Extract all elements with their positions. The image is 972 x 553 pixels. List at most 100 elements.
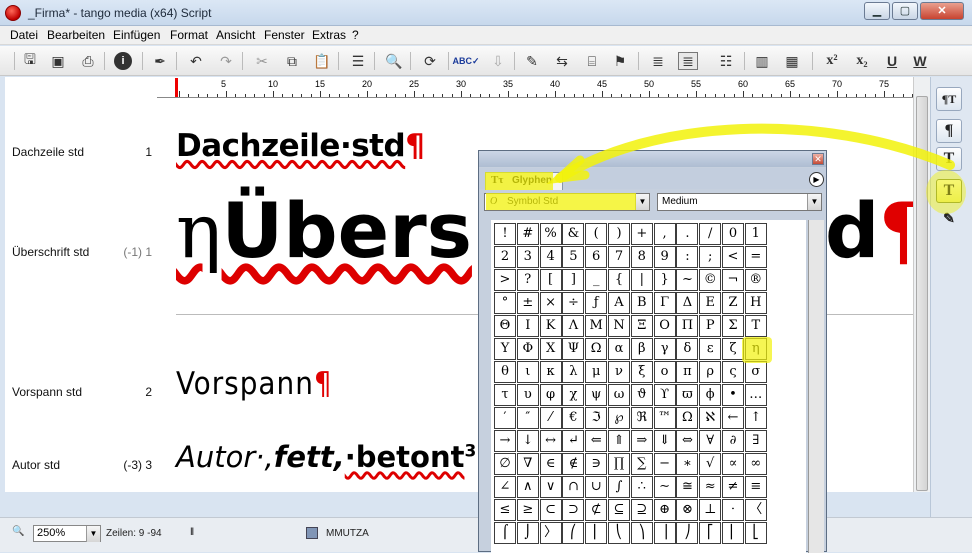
glyph-cell[interactable]: ∪ [585,476,608,498]
glyph-cell[interactable]: ∨ [539,476,562,498]
glyph-cell[interactable]: η [744,338,767,360]
archive-icon[interactable]: ⌸ [582,52,602,70]
glyph-cell[interactable]: 6 [585,246,608,268]
glyph-cell[interactable]: ϑ [630,384,653,406]
flag-icon[interactable]: ⚑ [610,52,630,70]
glyph-cell[interactable]: Δ [676,292,699,314]
glyph-cell[interactable]: ) [608,223,630,245]
glyph-cell[interactable]: ≠ [722,476,744,498]
glyph-cell[interactable]: Ο [653,315,676,337]
glyph-cell[interactable]: ≡ [744,476,767,498]
glyph-cell[interactable]: − [653,453,676,475]
ruler[interactable]: 5 10 15 20 25 30 35 40 45 50 55 60 65 70 75 [157,77,913,98]
glyph-cell[interactable]: ⊗ [676,499,699,521]
glyph-cell[interactable]: ∴ [630,476,653,498]
glyph-cell[interactable]: ∈ [539,453,562,475]
glyph-cell[interactable]: 5 [562,246,585,268]
spellcheck-icon[interactable]: ABC✓ [452,52,479,70]
glyph-cell[interactable]: ⇓ [653,430,676,452]
glyph-cell[interactable]: ↑ [744,407,767,429]
glyph-cell[interactable]: ⎣ [744,522,767,544]
glyph-cell[interactable]: θ [494,361,516,383]
glyph-cell[interactable]: ο [653,361,676,383]
glyph-cell[interactable]: π [676,361,699,383]
glyph-cell[interactable]: } [653,269,676,291]
glyph-cell[interactable]: © [699,269,722,291]
glyph-cell[interactable]: Θ [494,315,516,337]
glyph-cell[interactable]: ⊄ [585,499,608,521]
save-icon[interactable]: 🖫 [20,51,40,70]
glyph-cell[interactable]: ← [722,407,744,429]
glyph-cell[interactable]: τ [494,384,516,406]
glyph-cell[interactable]: ⋅ [722,499,744,521]
glyph-cell[interactable]: ° [494,292,516,314]
pipette-icon[interactable]: ✒ [150,52,170,70]
redo-icon[interactable]: ↷ [216,52,236,70]
glyph-cell[interactable]: ∅ [494,453,516,475]
glyph-cell[interactable]: ∑ [630,453,653,475]
glyph-cell[interactable]: ↓ [516,430,539,452]
style-name[interactable]: Autor std [12,458,60,472]
glyph-cell[interactable]: [ [539,269,562,291]
undo-icon[interactable]: ↶ [186,52,206,70]
glyph-cell[interactable]: # [516,223,539,245]
glyph-cell[interactable]: ρ [699,361,722,383]
stack-icon[interactable]: ☰ [348,52,368,70]
glyph-cell[interactable]: ζ [722,338,744,360]
subscript-button[interactable]: x₂ [852,52,872,70]
glyph-cell[interactable]: ⎠ [676,522,699,544]
glyph-cell[interactable]: Ε [699,292,722,314]
glyph-cell[interactable]: κ [539,361,562,383]
glyph-cell[interactable]: Γ [653,292,676,314]
glyph-cell[interactable]: ∏ [608,453,630,475]
menu-item[interactable]: Format [170,28,208,42]
edit-note-icon[interactable]: ✎ [936,209,962,233]
menu-item[interactable]: Extras [312,28,346,42]
glyph-cell[interactable]: ⊂ [539,499,562,521]
glyph-cell[interactable]: ∧ [516,476,539,498]
glyph-cell[interactable]: Ν [608,315,630,337]
glyph-cell[interactable]: Υ [494,338,516,360]
cut-icon[interactable]: ✂ [252,52,272,70]
close-icon[interactable]: ✕ [812,153,824,165]
close-button[interactable]: ✕ [920,2,964,20]
glyph-cell[interactable]: ″ [516,407,539,429]
pilcrow-icon[interactable]: ¶ [936,119,962,143]
edit-doc-icon[interactable]: ✎ [522,52,542,70]
glyph-cell[interactable]: = [744,246,767,268]
glyph-cell[interactable]: 0 [722,223,744,245]
glyph-cell[interactable]: | [630,269,653,291]
glyph-cell[interactable]: ∞ [744,453,767,475]
glyph-cell[interactable]: ≅ [676,476,699,498]
glyph-cell[interactable]: ℵ [699,407,722,429]
ruler-margin-marker[interactable] [175,78,178,97]
menu-item[interactable]: ? [352,28,359,42]
columns-icon[interactable]: ▥ [752,52,772,70]
glyph-cell[interactable]: ± [516,292,539,314]
chevron-down-icon[interactable]: ▼ [635,194,649,210]
glyph-cell[interactable]: ® [744,269,767,291]
arrow-down-icon[interactable]: ⇩ [488,52,508,70]
glyph-cell[interactable]: Ζ [722,292,744,314]
zoom-icon[interactable]: 🔍 [12,526,26,540]
glyph-cell[interactable]: % [539,223,562,245]
glyph-cell[interactable]: ∃ [744,430,767,452]
sync-icon[interactable]: ⟳ [420,52,440,70]
glyph-cell[interactable]: φ [539,384,562,406]
glyph-cell[interactable]: Φ [516,338,539,360]
glyph-cell[interactable]: Ρ [699,315,722,337]
superscript-button[interactable]: x² [822,52,842,70]
glyph-cell[interactable]: Β [630,292,653,314]
menu-item[interactable]: Einfügen [113,28,160,42]
export-icon[interactable]: ⇆ [552,52,572,70]
glyph-cell[interactable]: ⊕ [653,499,676,521]
glyph-cell[interactable]: Μ [585,315,608,337]
glyph-cell[interactable]: Ω [676,407,699,429]
scrollbar-thumb[interactable] [916,96,928,491]
glyph-cell[interactable]: ~ [676,269,699,291]
search-icon[interactable]: 🔍 [384,52,404,70]
open-icon[interactable]: ▣ [48,52,68,70]
glyph-cell[interactable]: ⌡ [516,522,539,544]
glyph-cell[interactable]: ϕ [699,384,722,406]
menu-item[interactable]: Fenster [264,28,305,42]
